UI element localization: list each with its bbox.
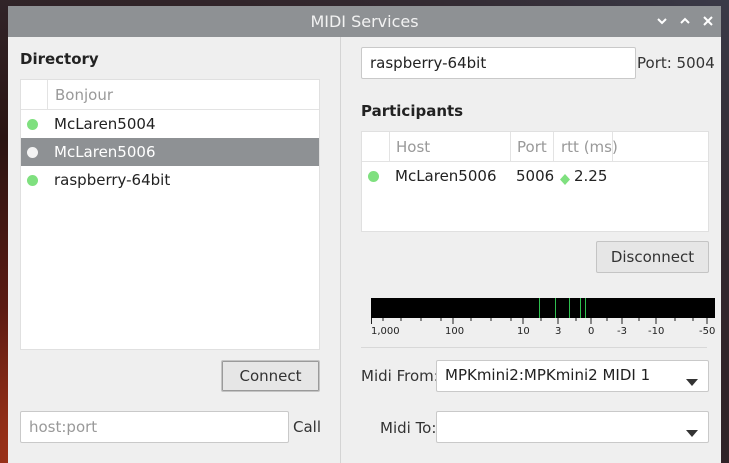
scale-label: 100 [445,326,465,337]
scale-label: 10 [517,326,530,337]
separator [361,347,707,348]
status-column-header [21,80,48,109]
participant-rtt: 2.25 [574,167,608,185]
directory-item-label: McLaren5006 [54,143,156,161]
scale-label: 3 [555,326,562,337]
scale-label: -3 [617,326,627,337]
status-dot-icon [27,119,38,130]
directory-list[interactable]: Bonjour McLaren5004 McLaren5006 raspberr… [20,79,320,350]
session-name-field[interactable] [362,48,635,78]
window-title: MIDI Services [310,12,419,31]
latency-marker [585,298,586,318]
scale-label: -50 [699,326,716,337]
bonjour-column-header: Bonjour [55,86,113,104]
participant-port: 5006 [516,167,555,185]
status-dot-icon [368,171,379,182]
midi-to-label: Midi To: [380,419,437,437]
disconnect-button[interactable]: Disconnect [596,241,709,273]
directory-item-label: raspberry-64bit [54,171,171,189]
status-dot-icon [27,147,38,158]
participant-row[interactable]: McLaren5006 5006 2.25 [362,162,708,190]
connect-button[interactable]: Connect [221,360,320,392]
host-port-input[interactable] [20,411,289,443]
midi-to-select[interactable] [436,411,709,443]
directory-item[interactable]: McLaren5006 [21,138,319,166]
port-column-header: Port [517,138,547,156]
participant-host: McLaren5006 [395,167,497,185]
close-icon[interactable] [700,13,716,29]
participants-table[interactable]: Host Port rtt (ms) McLaren5006 5006 2.25 [361,131,709,232]
directory-list-header: Bonjour [21,80,319,110]
directory-pane: Directory Bonjour McLaren5004 McLaren500… [8,37,340,463]
chevron-down-icon [686,423,698,441]
status-dot-icon [27,175,38,186]
participants-table-header: Host Port rtt (ms) [362,132,708,162]
status-column-header [362,132,390,161]
participants-heading: Participants [361,102,464,120]
midi-from-label: Midi From: [361,367,439,385]
rtt-column-header: rtt (ms) [561,138,618,156]
column-divider [612,132,613,161]
port-label: Port: 5004 [637,54,715,72]
column-divider [553,132,554,161]
minimize-icon[interactable] [654,13,670,29]
directory-item[interactable]: McLaren5004 [21,110,319,138]
chevron-down-icon [686,372,698,390]
latency-meter [371,298,715,318]
latency-marker [555,298,556,318]
column-divider [510,132,511,161]
directory-heading: Directory [20,50,99,68]
midi-from-value: MPKmini2:MPKmini2 MIDI 1 [445,366,651,384]
diamond-icon [560,171,570,189]
scale-label: 0 [588,326,595,337]
latency-marker [569,298,570,318]
directory-item[interactable]: raspberry-64bit [21,166,319,194]
scale-label: 1,000 [371,326,400,337]
call-link[interactable]: Call [293,418,321,436]
scale-label: -10 [648,326,665,337]
session-name-input[interactable] [361,47,636,79]
title-bar[interactable]: MIDI Services [8,6,721,37]
directory-item-label: McLaren5004 [54,115,156,133]
session-pane: Port: 5004 Participants Host Port rtt (m… [341,37,721,463]
midi-services-window: MIDI Services Directory Bonjour McLaren5… [8,6,721,463]
host-port-field[interactable] [21,412,288,442]
latency-marker [580,298,581,318]
maximize-icon[interactable] [677,13,693,29]
host-column-header: Host [396,138,431,156]
midi-from-select[interactable]: MPKmini2:MPKmini2 MIDI 1 [436,360,709,392]
latency-scale: 1,000 100 10 3 0 -3 -10 -50 [371,318,715,342]
latency-scale-ticks [371,318,708,324]
latency-marker [539,298,540,318]
